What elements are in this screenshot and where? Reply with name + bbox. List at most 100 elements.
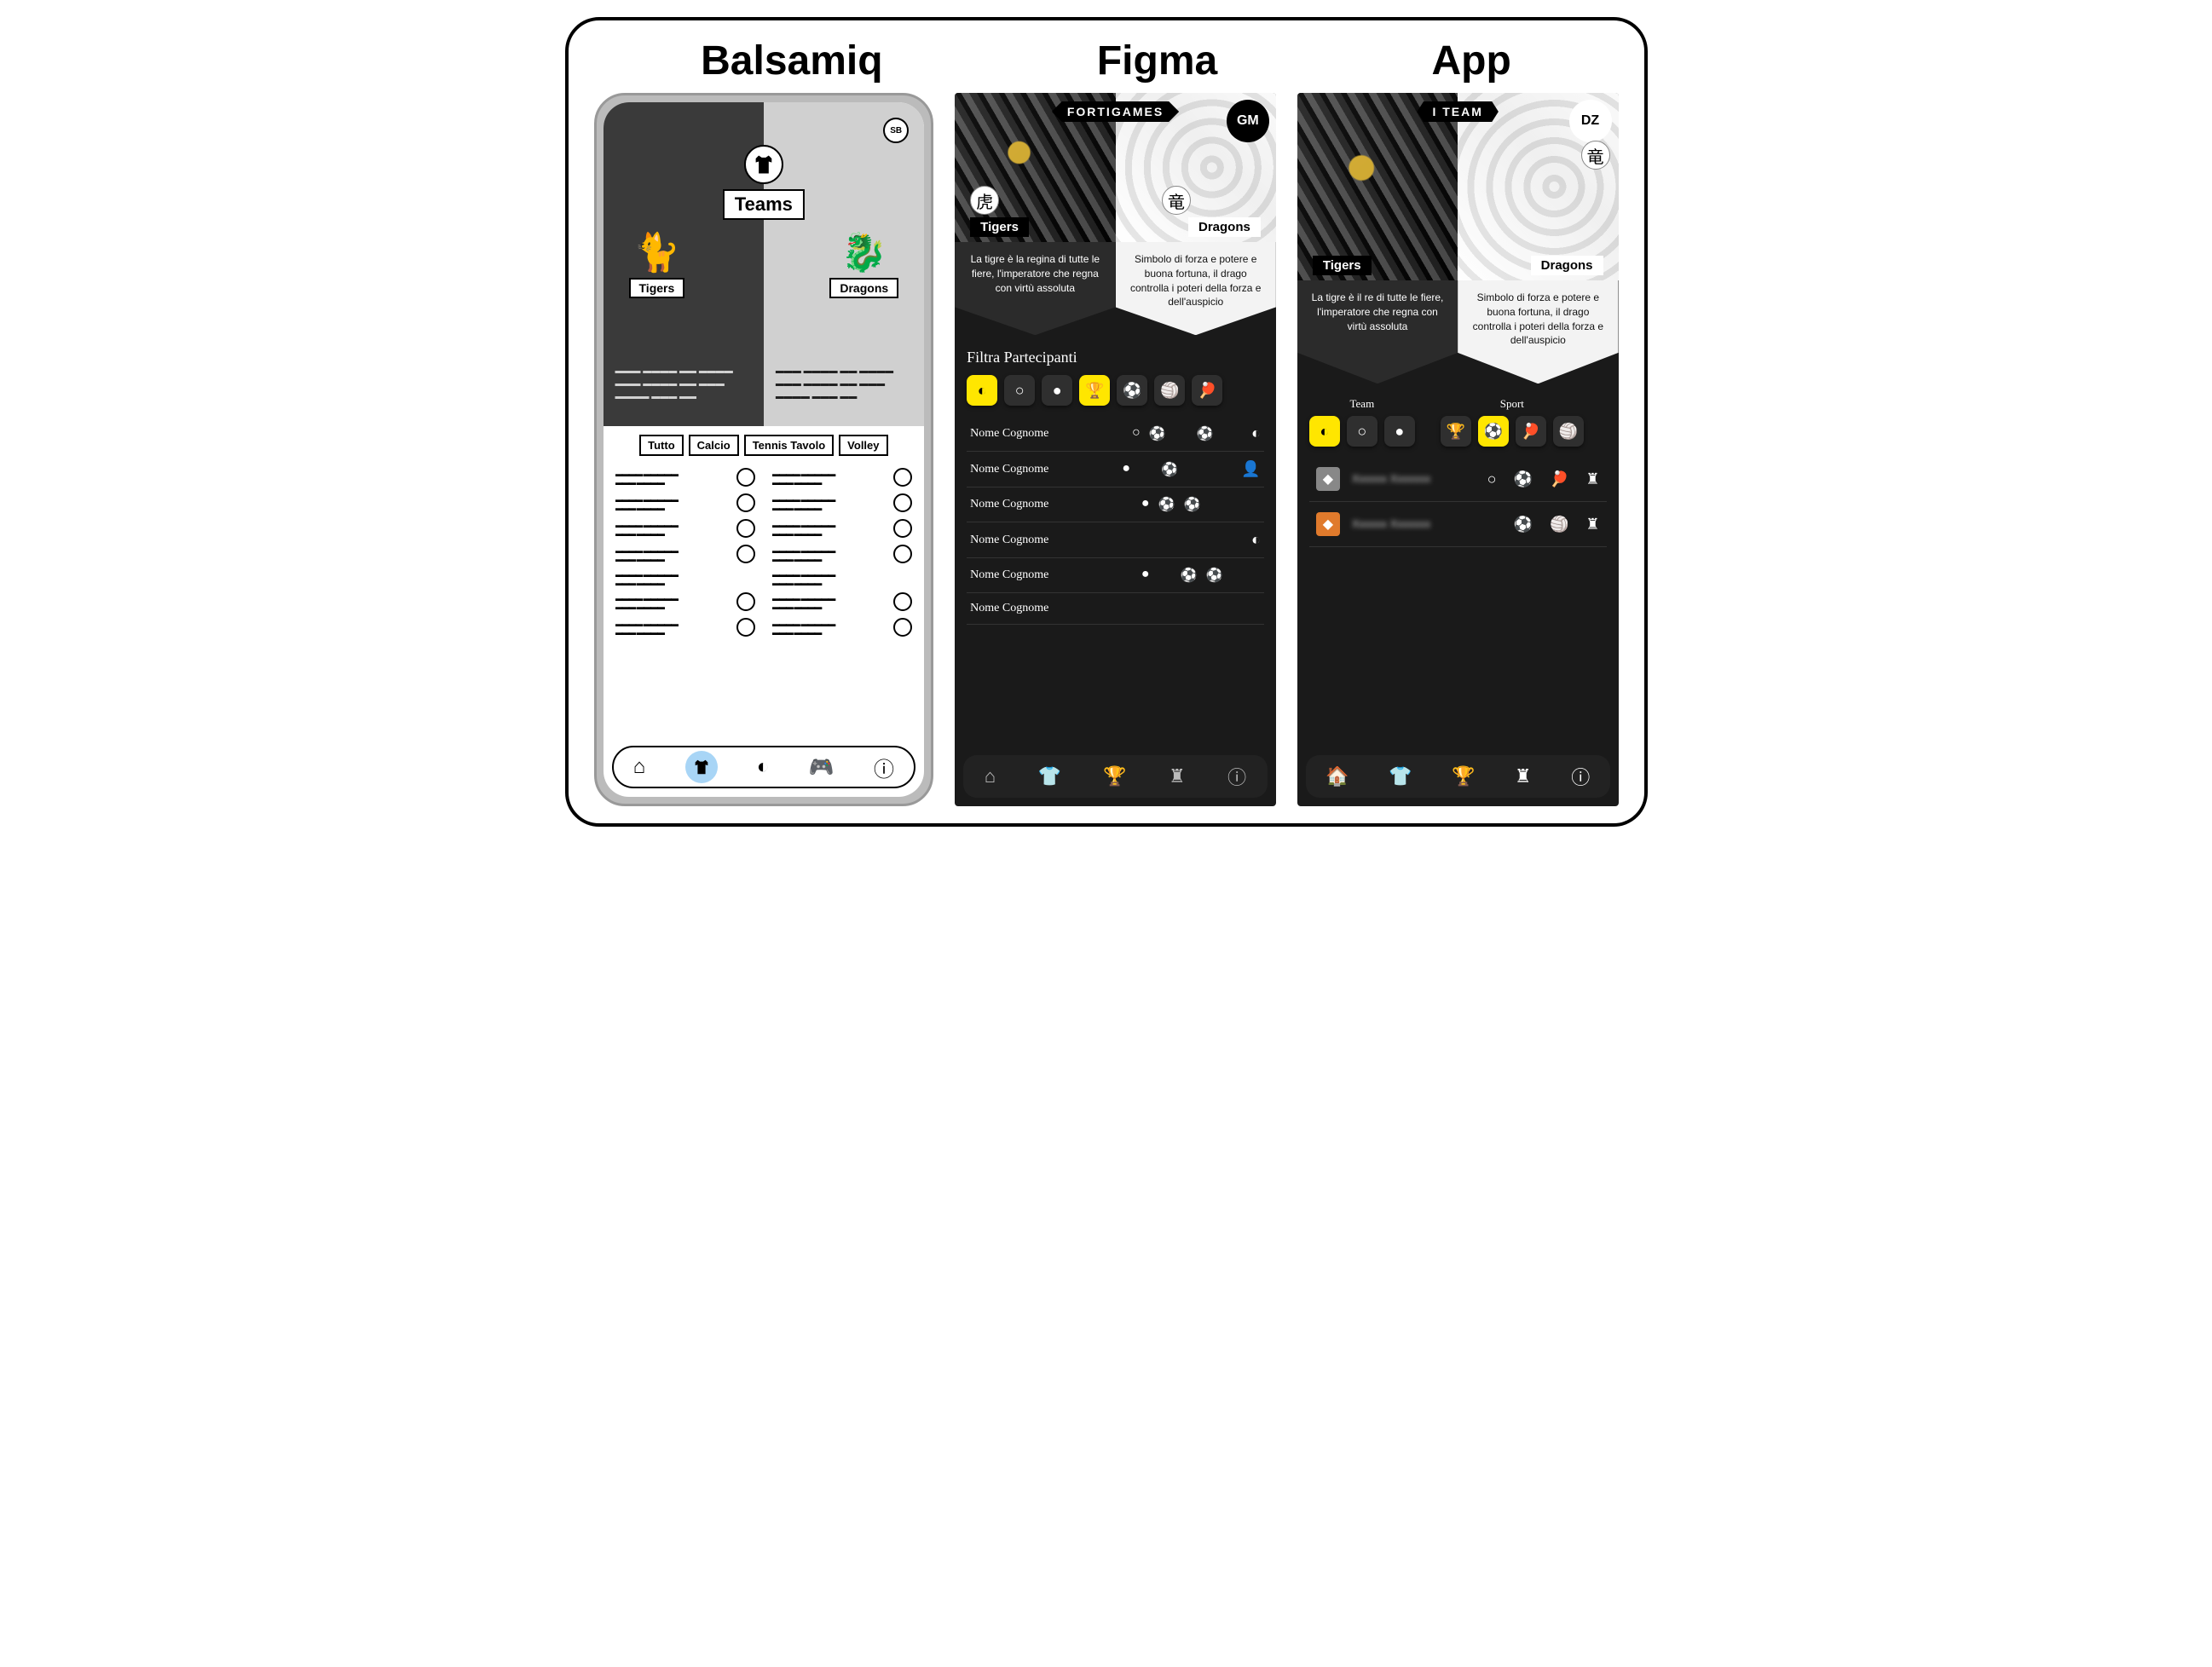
home-icon[interactable]: ⌂ <box>633 755 646 779</box>
half-circle-icon[interactable]: ◐ <box>967 375 997 406</box>
figma-desc-left: La tigre è la regina di tutte le fiere, … <box>955 242 1115 335</box>
volleyball-icon[interactable]: 🏐 <box>1553 416 1584 447</box>
info-icon[interactable]: ⓘ <box>1227 763 1246 790</box>
sport-icon <box>736 545 755 563</box>
list-item[interactable]: ▬▬▬▬ ▬▬▬▬▬▬▬▬ ▬▬▬▬ <box>772 493 912 512</box>
list-item[interactable]: ▬▬▬▬ ▬▬▬▬▬▬▬▬ ▬▬▬▬ <box>772 592 912 611</box>
shirt-icon[interactable]: 👕 <box>1038 765 1061 787</box>
participant-name: Xxxxxx Xxxxxxx <box>1352 517 1481 531</box>
soccer-icon[interactable]: ⚽ <box>1117 375 1147 406</box>
list-item[interactable]: ▬▬▬▬ ▬▬▬▬▬▬▬▬ ▬▬▬▬ <box>615 618 755 637</box>
sport-icon <box>893 545 912 563</box>
home-icon[interactable]: ⌂ <box>985 765 996 787</box>
list-item[interactable]: ▬▬▬▬ ▬▬▬▬▬▬▬▬ ▬▬▬▬ <box>615 493 755 512</box>
home-icon[interactable]: 🏠 <box>1325 765 1349 787</box>
half-circle-icon[interactable]: ◐ <box>1309 416 1340 447</box>
list-item[interactable]: ▬▬▬▬ ▬▬▬▬▬▬▬▬ ▬▬▬▬ <box>615 570 755 585</box>
name-scribble: ▬▬▬▬ ▬▬▬▬▬▬▬▬ ▬▬▬▬ <box>772 521 888 536</box>
name-scribble: ▬▬▬▬ ▬▬▬▬▬▬▬▬ ▬▬▬▬ <box>772 570 893 585</box>
list-item[interactable]: ◆Xxxxxx Xxxxxxx ⚽🏐♜ <box>1309 502 1607 547</box>
list-item[interactable]: Nome Cognome●⚽⚽ <box>967 558 1264 593</box>
sport-icon <box>736 618 755 637</box>
team-dragons-label: Dragons <box>829 278 898 298</box>
app-desc-right: Simbolo di forza e potere e buona fortun… <box>1458 280 1618 384</box>
trophy-icon[interactable]: 🏆 <box>1441 416 1471 447</box>
jersey-icon[interactable] <box>685 751 718 783</box>
filter-calcio[interactable]: Calcio <box>689 435 739 456</box>
title-app: App <box>1432 37 1511 84</box>
participant-icons: ⚽🏐♜ <box>1493 516 1600 534</box>
list-item[interactable]: Nome Cognome ◐ <box>967 522 1264 558</box>
list-item[interactable]: ▬▬▬▬ ▬▬▬▬▬▬▬▬ ▬▬▬▬ <box>772 468 912 487</box>
list-item[interactable]: ▬▬▬▬ ▬▬▬▬▬▬▬▬ ▬▬▬▬ <box>772 545 912 563</box>
app-panel: I TEAM DZ 竜 Tigers Dragons La tigre è il… <box>1297 93 1619 806</box>
participant-name: Nome Cognome <box>970 534 1123 547</box>
participant-icons: ○⚽🏓♜ <box>1487 470 1600 488</box>
list-item[interactable]: Nome Cognome○⚽⚽◐ <box>967 416 1264 452</box>
figma-filter-buttons: ◐○●🏆⚽🏐🏓 <box>967 375 1264 406</box>
participant-name: Nome Cognome <box>970 602 1133 615</box>
list-item[interactable]: ▬▬▬▬ ▬▬▬▬▬▬▬▬ ▬▬▬▬ <box>772 618 912 637</box>
dragon-icon: 🐉 <box>829 230 898 274</box>
filter-tutto[interactable]: Tutto <box>639 435 684 456</box>
name-scribble: ▬▬▬▬ ▬▬▬▬▬▬▬▬ ▬▬▬▬ <box>772 594 888 609</box>
list-item[interactable]: Nome Cognome●⚽👤 <box>967 452 1264 487</box>
trophy-icon[interactable]: 🏆 <box>1452 765 1475 787</box>
list-item[interactable]: Nome Cognome ●⚽⚽ <box>967 487 1264 522</box>
titles-row: Balsamiq Figma App <box>594 37 1619 84</box>
info-icon[interactable]: ⓘ <box>1571 763 1590 790</box>
name-scribble: ▬▬▬▬ ▬▬▬▬▬▬▬▬ ▬▬▬▬ <box>615 570 736 585</box>
ring-icon[interactable]: ○ <box>1347 416 1377 447</box>
filter-tennis-tavolo[interactable]: Tennis Tavolo <box>744 435 834 456</box>
profile-badge[interactable]: SB <box>883 118 909 143</box>
sport-group-label: Sport <box>1441 397 1584 411</box>
app-hero: I TEAM DZ 竜 Tigers Dragons <box>1297 93 1619 280</box>
list-item[interactable]: ▬▬▬▬ ▬▬▬▬▬▬▬▬ ▬▬▬▬ <box>772 570 912 585</box>
filter-group-team: Team ◐○● <box>1309 397 1415 447</box>
balsamiq-phone-screen: SB Teams 🐈 Tigers 🐉 Dragons <box>604 102 925 797</box>
list-item[interactable]: ▬▬▬▬ ▬▬▬▬▬▬▬▬ ▬▬▬▬ <box>615 545 755 563</box>
panels-row: SB Teams 🐈 Tigers 🐉 Dragons <box>594 93 1619 806</box>
figma-badge[interactable]: GM <box>1227 100 1269 142</box>
list-item[interactable]: ▬▬▬▬ ▬▬▬▬▬▬▬▬ ▬▬▬▬ <box>615 592 755 611</box>
filter-volley[interactable]: Volley <box>839 435 887 456</box>
list-item[interactable]: ▬▬▬▬ ▬▬▬▬▬▬▬▬ ▬▬▬▬ <box>615 468 755 487</box>
volleyball-icon[interactable]: 🏐 <box>1154 375 1185 406</box>
ring-icon[interactable]: ○ <box>1004 375 1035 406</box>
pingpong-icon[interactable]: 🏓 <box>1516 416 1546 447</box>
info-icon[interactable]: ⓘ <box>874 753 894 782</box>
rook-icon[interactable]: ♜ <box>1515 765 1532 787</box>
kanji-dragon-icon: 竜 <box>1162 186 1191 215</box>
dot-icon[interactable]: ● <box>1384 416 1415 447</box>
app-sport-filters: 🏆⚽🏓🏐 <box>1441 416 1584 447</box>
whistle-icon[interactable]: ◐ <box>757 755 770 779</box>
trophy-icon[interactable]: 🏆 <box>1079 375 1110 406</box>
role-icon: ◐ <box>1251 531 1261 549</box>
balsamiq-panel: SB Teams 🐈 Tigers 🐉 Dragons <box>594 93 934 806</box>
name-scribble: ▬▬▬▬ ▬▬▬▬▬▬▬▬ ▬▬▬▬ <box>615 495 731 510</box>
participant-name: Nome Cognome <box>970 498 1133 511</box>
shirt-icon[interactable]: 👕 <box>1389 765 1412 787</box>
list-item[interactable]: ▬▬▬▬ ▬▬▬▬▬▬▬▬ ▬▬▬▬ <box>615 519 755 538</box>
app-desc-left: La tigre è il re di tutte le fiere, l'im… <box>1297 280 1458 384</box>
list-item[interactable]: ▬▬▬▬ ▬▬▬▬▬▬▬▬ ▬▬▬▬ <box>772 519 912 538</box>
trophy-icon[interactable]: 🏆 <box>1103 765 1126 787</box>
cat-icon: 🐈 <box>629 230 685 274</box>
participant-marks: ●⚽⚽ <box>1141 496 1252 513</box>
balsamiq-bottom-nav: ⌂ ◐ 🎮 ⓘ <box>612 746 916 788</box>
list-item[interactable]: Nome Cognome <box>967 593 1264 625</box>
participant-name: Nome Cognome <box>970 568 1133 582</box>
soccer-icon[interactable]: ⚽ <box>1478 416 1509 447</box>
name-scribble: ▬▬▬▬ ▬▬▬▬▬▬▬▬ ▬▬▬▬ <box>615 594 731 609</box>
rook-icon[interactable]: ♜ <box>1169 765 1186 787</box>
list-item[interactable]: ◆Xxxxxx Xxxxxxx○⚽🏓♜ <box>1309 457 1607 502</box>
team-dragons-label: Dragons <box>1531 256 1603 275</box>
figma-hero: FORTIGAMES GM 虎 竜 Tigers Dragons <box>955 93 1276 242</box>
app-badge[interactable]: DZ <box>1569 100 1612 142</box>
sport-icon <box>736 592 755 611</box>
gamepad-icon[interactable]: 🎮 <box>809 755 835 780</box>
sport-icon <box>893 592 912 611</box>
dot-icon[interactable]: ● <box>1042 375 1072 406</box>
name-scribble: ▬▬▬▬ ▬▬▬▬▬▬▬▬ ▬▬▬▬ <box>772 495 888 510</box>
pingpong-icon[interactable]: 🏓 <box>1192 375 1222 406</box>
